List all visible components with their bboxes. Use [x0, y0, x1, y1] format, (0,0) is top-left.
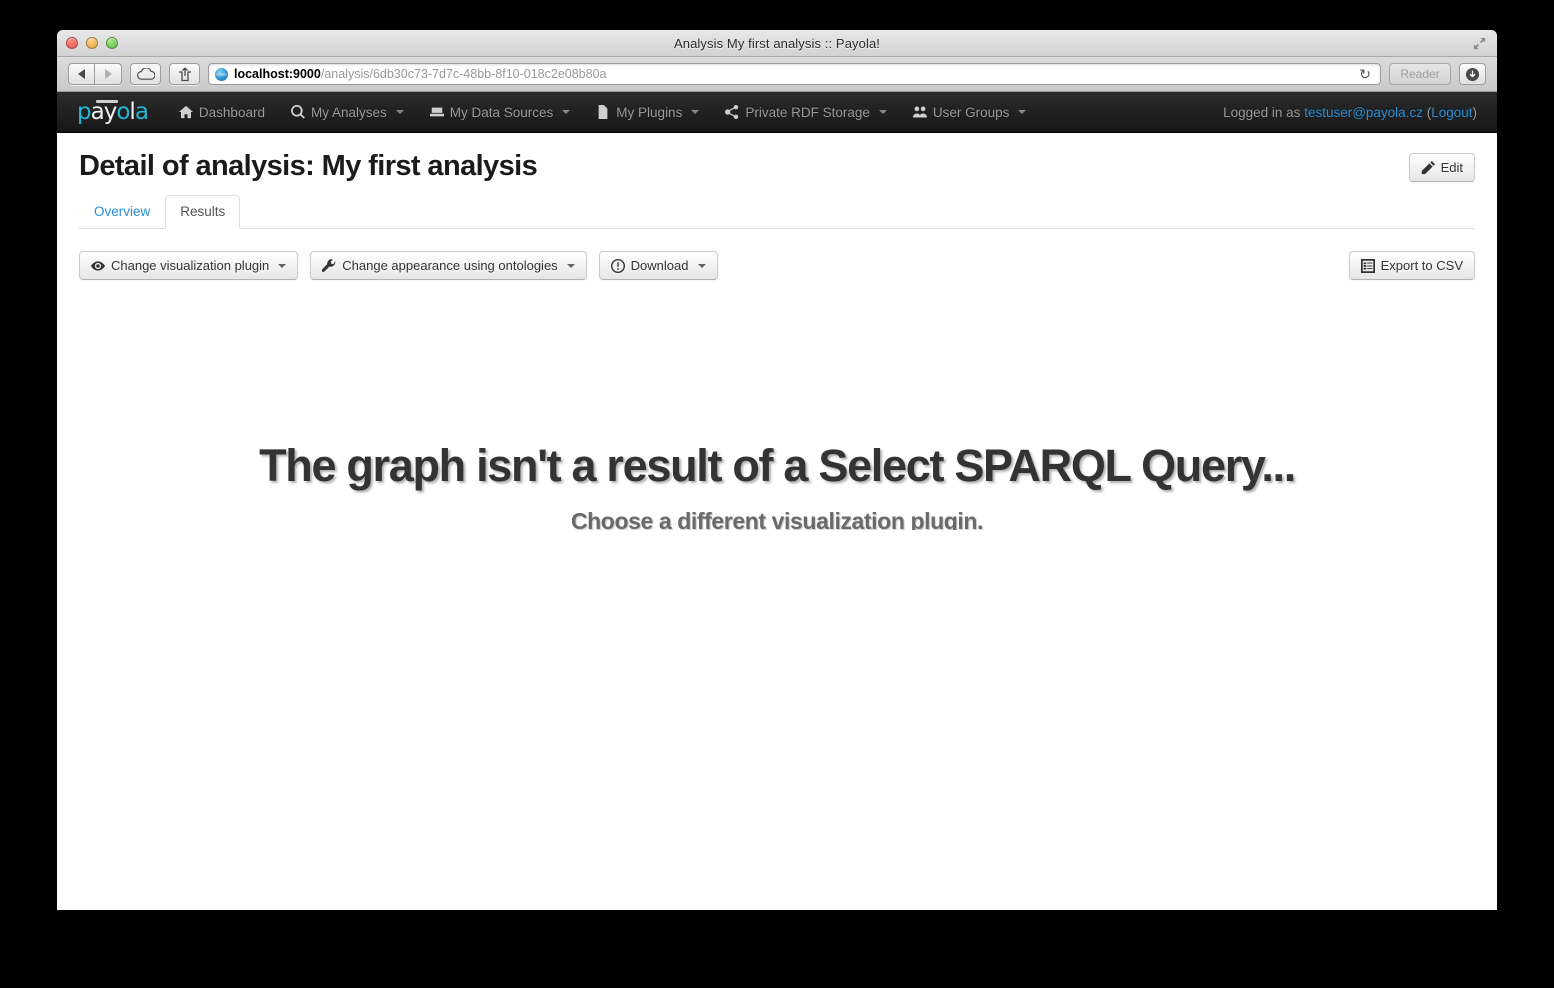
empty-state-subtitle: Choose a different visualization plugin.: [570, 508, 984, 531]
tab-overview[interactable]: Overview: [79, 195, 165, 229]
login-prefix: Logged in as: [1223, 104, 1305, 120]
chevron-down-icon: [562, 110, 571, 114]
wrench-icon: [322, 258, 336, 272]
visualization-area: The graph isn't a result of a Select SPA…: [79, 280, 1475, 880]
brand-logo[interactable]: payola: [77, 99, 149, 124]
nav-item-label: My Data Sources: [449, 104, 554, 120]
login-close-paren: ): [1472, 104, 1478, 120]
users-icon: [912, 106, 927, 118]
icloud-icon: [136, 68, 155, 80]
change-visualization-plugin-label: Change visualization plugin: [111, 258, 270, 274]
page-title: Detail of analysis: My first analysis: [79, 150, 538, 182]
browser-toolbar: localhost:9000 /analysis/6db30c73-7d7c-4…: [57, 57, 1497, 92]
brand-bar-decoration: [96, 99, 118, 103]
share-icon: [178, 67, 191, 81]
nav-item-label: Dashboard: [198, 104, 265, 120]
edit-button-label: Edit: [1440, 160, 1463, 175]
navbar-items: Dashboard My Analyses My Data Sources My…: [166, 92, 1039, 133]
nav-item-my-data-sources[interactable]: My Data Sources: [417, 92, 584, 133]
globe-icon: [215, 67, 228, 81]
nav-item-user-groups[interactable]: User Groups: [900, 92, 1040, 133]
page-container: Detail of analysis: My first analysis Ed…: [57, 133, 1497, 880]
downloads-icon: [1465, 67, 1480, 81]
nav-item-label: Private RDF Storage: [745, 104, 870, 120]
nav-item-label: My Analyses: [310, 104, 387, 120]
nav-item-my-analyses[interactable]: My Analyses: [278, 92, 417, 133]
page-header: Detail of analysis: My first analysis Ed…: [79, 133, 1475, 183]
pencil-icon: [1421, 160, 1435, 174]
chevron-down-icon: [566, 263, 575, 268]
nav-item-label: My Plugins: [616, 104, 683, 120]
page-content: payola Dashboard My Analyses My Data Sou…: [57, 92, 1497, 910]
url-field[interactable]: localhost:9000 /analysis/6db30c73-7d7c-4…: [208, 63, 1381, 85]
change-visualization-plugin-button[interactable]: Change visualization plugin: [79, 251, 299, 281]
share-button[interactable]: [169, 63, 200, 85]
edit-button[interactable]: Edit: [1408, 153, 1475, 182]
close-button[interactable]: [66, 37, 78, 49]
back-button[interactable]: [68, 63, 95, 85]
search-icon: [291, 105, 305, 119]
login-open-paren: (: [1422, 104, 1432, 120]
change-appearance-button[interactable]: Change appearance using ontologies: [310, 251, 587, 281]
nav-item-my-plugins[interactable]: My Plugins: [583, 92, 712, 133]
chevron-down-icon: [878, 110, 887, 114]
home-icon: [178, 105, 193, 119]
site-navbar: payola Dashboard My Analyses My Data Sou…: [57, 92, 1497, 133]
browser-window: Analysis My first analysis :: Payola! lo…: [57, 30, 1497, 910]
url-path: /analysis/6db30c73-7d7c-48bb-8f10-018c2e…: [320, 67, 607, 81]
window-title: Analysis My first analysis :: Payola!: [674, 35, 880, 51]
share-nodes-icon: [725, 105, 739, 119]
reader-button[interactable]: Reader: [1389, 63, 1451, 85]
nav-item-dashboard[interactable]: Dashboard: [166, 92, 278, 133]
icloud-button[interactable]: [130, 63, 161, 85]
export-to-csv-button[interactable]: Export to CSV: [1348, 251, 1475, 281]
export-to-csv-label: Export to CSV: [1380, 258, 1463, 274]
maximize-button[interactable]: [106, 37, 118, 49]
traffic-lights: [66, 37, 118, 49]
visualization-toolbar: Change visualization plugin Change appea…: [79, 251, 1475, 281]
logout-link[interactable]: Logout: [1431, 105, 1472, 120]
download-circle-icon: [610, 258, 625, 273]
downloads-button[interactable]: [1459, 63, 1486, 85]
url-host: localhost:9000: [234, 67, 321, 81]
change-appearance-label: Change appearance using ontologies: [342, 258, 558, 274]
database-icon: [429, 107, 444, 117]
logged-in-user-link[interactable]: testuser@payola.cz: [1304, 105, 1423, 120]
chevron-down-icon: [1018, 110, 1027, 114]
tab-bar: Overview Results: [79, 194, 1475, 230]
download-button[interactable]: Download: [598, 251, 718, 281]
back-arrow-icon: [78, 69, 85, 79]
chevron-down-icon: [395, 110, 404, 114]
fullscreen-icon[interactable]: [1472, 36, 1487, 51]
login-info: Logged in as testuser@payola.cz (Logout): [1223, 105, 1477, 120]
empty-state-title: The graph isn't a result of a Select SPA…: [259, 440, 1296, 492]
list-icon: [1360, 258, 1375, 273]
nav-button-group: [68, 63, 122, 85]
nav-item-private-rdf-storage[interactable]: Private RDF Storage: [712, 92, 900, 133]
forward-arrow-icon: [104, 69, 112, 79]
tab-results[interactable]: Results: [165, 194, 241, 230]
chevron-down-icon: [278, 263, 287, 268]
window-titlebar: Analysis My first analysis :: Payola!: [57, 30, 1497, 57]
download-button-label: Download: [630, 258, 689, 274]
nav-item-label: User Groups: [932, 104, 1010, 120]
eye-icon: [91, 260, 105, 271]
forward-button[interactable]: [95, 63, 122, 85]
chevron-down-icon: [691, 110, 700, 114]
file-icon: [598, 105, 608, 119]
chevron-down-icon: [697, 263, 706, 268]
minimize-button[interactable]: [86, 37, 98, 49]
reload-button[interactable]: ↻: [1355, 66, 1375, 83]
